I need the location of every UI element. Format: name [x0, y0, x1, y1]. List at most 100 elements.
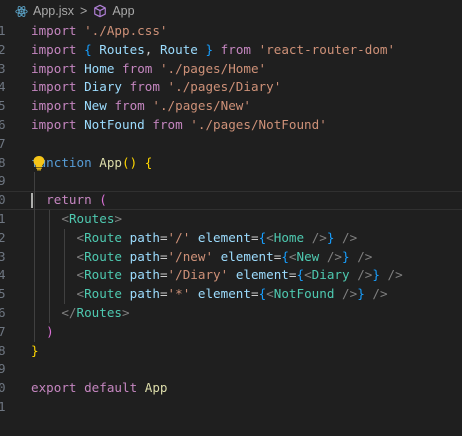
line-number: 8: [0, 154, 6, 170]
code-text: <Route path='/' element={<Home />} />: [31, 229, 358, 248]
code-token: }: [31, 342, 39, 358]
code-token: export: [31, 380, 77, 396]
code-token: element: [197, 286, 251, 302]
breadcrumb-symbol-name: App: [112, 4, 135, 18]
code-token: NotFound: [84, 116, 145, 132]
code-line[interactable]: 4 import Diary from './pages/Diary': [0, 78, 462, 97]
line-number: 3: [0, 60, 6, 76]
text-cursor: [31, 193, 33, 209]
code-token: <: [304, 267, 312, 283]
code-editor[interactable]: App.jsx > App 1 import './App.css' 2 import…: [0, 0, 462, 436]
code-text: </Routes>: [31, 304, 129, 323]
breadcrumb-file[interactable]: App.jsx: [0, 4, 74, 18]
code-token: './pages/New': [152, 98, 251, 114]
code-line[interactable]: 2 <Route path='/' element={<Home />} />: [0, 229, 462, 248]
code-token: from: [220, 41, 251, 57]
code-token: Home: [84, 60, 115, 76]
code-token: ,: [144, 41, 160, 57]
code-token: <: [76, 286, 85, 302]
code-line[interactable]: 0 return (: [0, 191, 462, 210]
code-token: default: [84, 380, 138, 396]
code-token: 'react-router-dom': [258, 41, 396, 57]
code-token: />: [387, 267, 403, 283]
code-token: import: [31, 41, 77, 57]
code-token: import: [31, 98, 77, 114]
code-token: <: [288, 248, 297, 264]
line-number: 7: [0, 323, 6, 339]
indent-guide: [64, 228, 65, 304]
code-line[interactable]: 3 import Home from './pages/Home': [0, 60, 462, 79]
code-token: <: [266, 229, 274, 245]
code-line[interactable]: 7 ): [0, 323, 462, 342]
code-token: Route: [84, 229, 123, 245]
code-line[interactable]: 2 import { Routes, Route } from 'react-ro…: [0, 41, 462, 60]
code-token: New: [296, 248, 320, 264]
code-text: import { Routes, Route } from 'react-rou…: [31, 41, 395, 60]
code-token: }: [372, 267, 380, 283]
breadcrumb-symbol[interactable]: App: [93, 4, 135, 18]
line-number: 1: [0, 23, 6, 38]
code-token: Route: [84, 267, 123, 283]
code-token: Diary: [84, 79, 123, 95]
code-line[interactable]: 1 <Routes>: [0, 210, 462, 229]
code-token: (): [122, 154, 138, 170]
code-text: }: [31, 342, 39, 361]
code-line[interactable]: 4 <Route path='/Diary' element={<Diary /…: [0, 266, 462, 285]
code-token: return: [46, 192, 92, 208]
code-text: <Routes>: [31, 210, 122, 229]
code-text: import Diary from './pages/Diary': [31, 78, 281, 97]
code-lines[interactable]: 1 import './App.css' 2 import { Routes, Rou…: [0, 22, 462, 417]
code-line[interactable]: 1: [0, 398, 462, 417]
code-token: />: [326, 248, 343, 264]
code-token: import: [31, 79, 77, 95]
code-text: import Home from './pages/Home': [31, 60, 266, 79]
indent-guide: [34, 172, 35, 342]
code-token: <: [76, 248, 85, 264]
line-number: 4: [0, 267, 6, 283]
line-number: 2: [0, 229, 6, 245]
code-token: from: [122, 60, 153, 76]
code-line[interactable]: 3 <Route path='/new' element={<New />} /…: [0, 248, 462, 267]
code-line[interactable]: 8}: [0, 342, 462, 361]
code-token: element: [220, 248, 274, 264]
code-token: />: [357, 267, 373, 283]
code-line[interactable]: 1 import './App.css': [0, 22, 462, 41]
code-token: '/': [167, 229, 191, 245]
code-token: >: [114, 210, 123, 226]
code-token: />: [311, 229, 327, 245]
line-number: 2: [0, 41, 6, 57]
code-token: '/new': [167, 248, 214, 264]
code-token: }: [205, 41, 214, 57]
code-token: NotFound: [273, 286, 335, 302]
line-number: 3: [0, 248, 6, 264]
code-line[interactable]: 9: [0, 172, 462, 191]
code-line[interactable]: 5 import New from './pages/New': [0, 97, 462, 116]
code-line[interactable]: 6 </Routes>: [0, 304, 462, 323]
code-line[interactable]: 5 <Route path='*' element={<NotFound />}…: [0, 285, 462, 304]
code-token: element: [197, 229, 251, 245]
code-token: Route: [84, 248, 123, 264]
code-line[interactable]: 6 import NotFound from './pages/NotFound': [0, 116, 462, 135]
code-line[interactable]: 0 export default App: [0, 379, 462, 398]
line-number: 1: [0, 398, 6, 414]
breadcrumb-file-name: App.jsx: [33, 4, 74, 18]
code-line[interactable]: 8 function App() {: [0, 154, 462, 173]
code-token: =: [250, 229, 259, 245]
code-line[interactable]: 9: [0, 360, 462, 379]
line-number: 6: [0, 304, 6, 320]
code-line[interactable]: 7: [0, 135, 462, 154]
